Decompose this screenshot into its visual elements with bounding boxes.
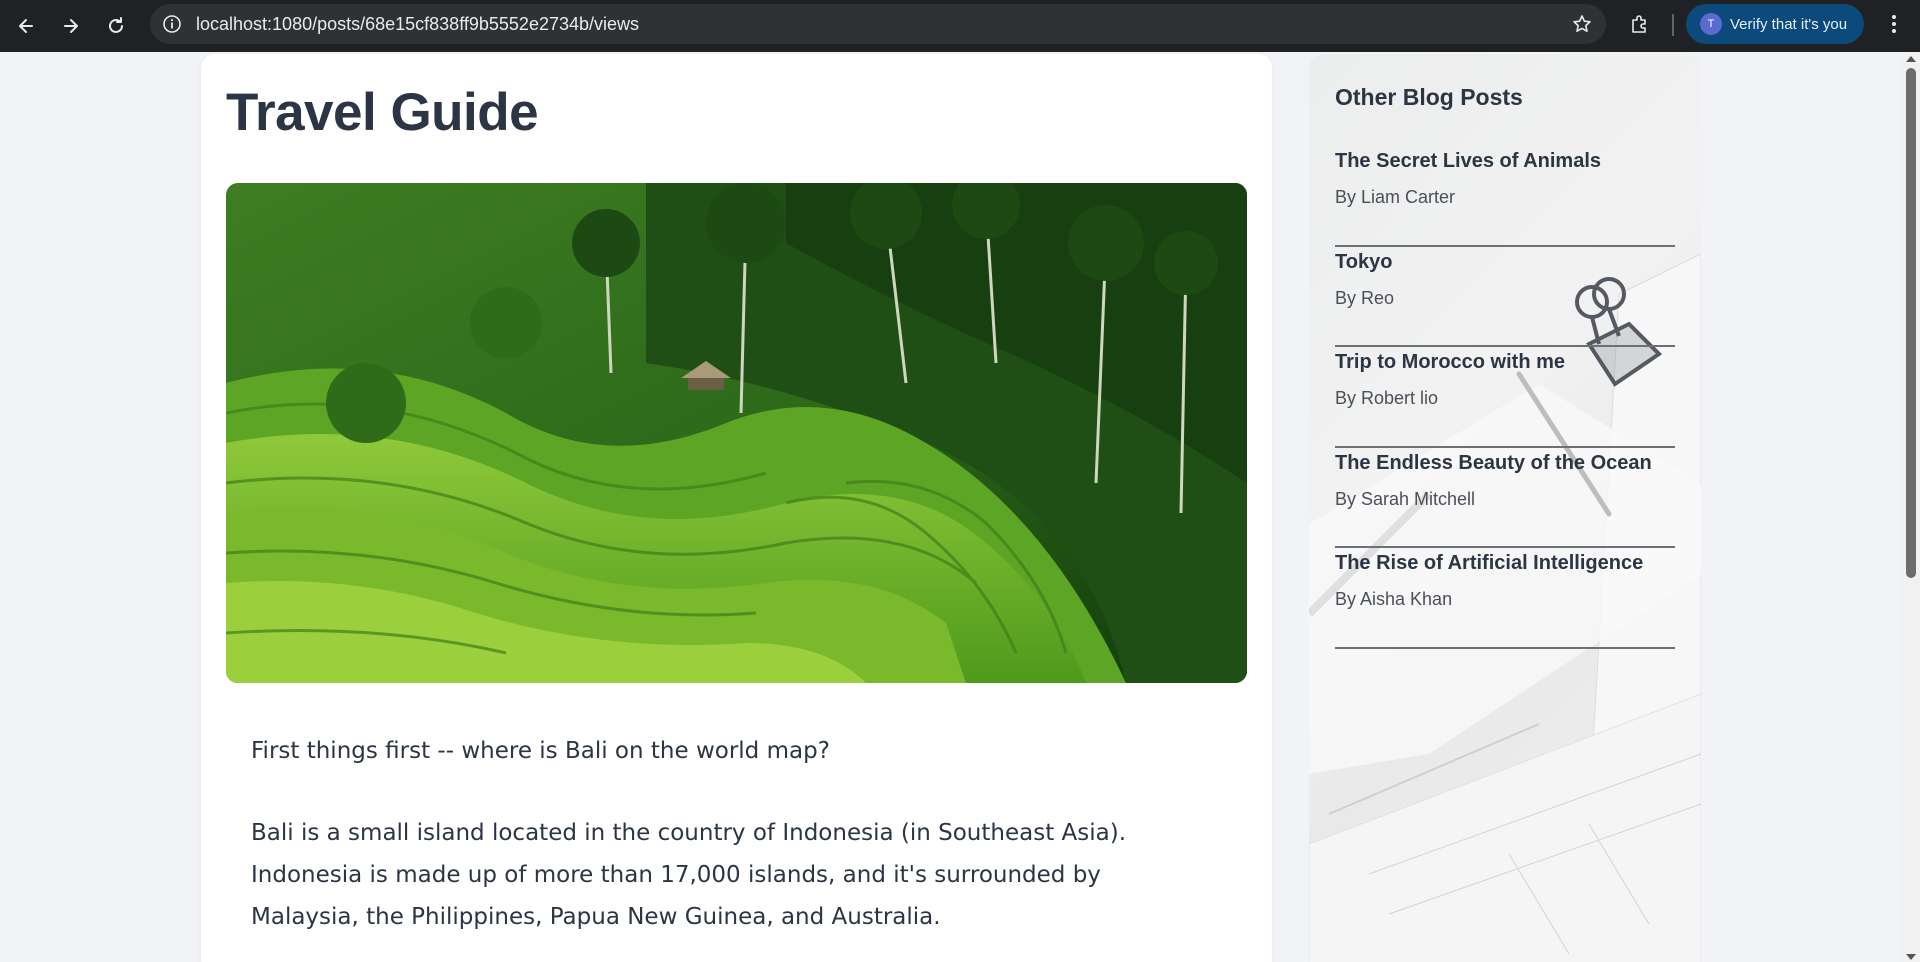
post-title-link[interactable]: The Rise of Artificial Intelligence bbox=[1335, 548, 1643, 578]
profile-button[interactable]: T Verify that it's you bbox=[1686, 4, 1864, 44]
post-author: By Sarah Mitchell bbox=[1335, 488, 1476, 509]
list-item[interactable]: Tokyo By Reo bbox=[1335, 247, 1675, 347]
back-button[interactable] bbox=[8, 8, 44, 44]
list-item[interactable]: The Endless Beauty of the Ocean By Sarah… bbox=[1335, 448, 1675, 548]
page-scrollbar[interactable] bbox=[1902, 54, 1920, 962]
list-item[interactable]: The Rise of Artificial Intelligence By A… bbox=[1335, 548, 1675, 649]
forward-button[interactable] bbox=[53, 8, 89, 44]
extensions-icon[interactable] bbox=[1628, 12, 1652, 36]
scroll-up-icon[interactable] bbox=[1906, 56, 1916, 62]
article-card: Travel Guide First things first -- where… bbox=[201, 54, 1272, 962]
address-bar[interactable]: localhost:1080/posts/68e15cf838ff9b5552e… bbox=[150, 4, 1606, 44]
toolbar-divider bbox=[1672, 14, 1674, 36]
back-icon bbox=[19, 19, 33, 33]
post-title-link[interactable]: The Secret Lives of Animals bbox=[1335, 146, 1601, 176]
post-author: By Reo bbox=[1335, 287, 1395, 308]
forward-icon bbox=[64, 19, 78, 33]
article-paragraph: First things first -- where is Bali on t… bbox=[251, 738, 830, 764]
post-title-link[interactable]: Tokyo bbox=[1335, 247, 1392, 277]
post-title-link[interactable]: Trip to Morocco with me bbox=[1335, 347, 1565, 377]
profile-label: Verify that it's you bbox=[1730, 15, 1848, 33]
scrollbar-thumb[interactable] bbox=[1906, 68, 1916, 578]
article-paragraph: Bali is a small island located in the co… bbox=[251, 820, 1127, 930]
sidebar-heading: Other Blog Posts bbox=[1335, 84, 1523, 110]
post-author: By Liam Carter bbox=[1335, 187, 1456, 207]
hero-image bbox=[226, 183, 1247, 683]
post-author: By Aisha Khan bbox=[1335, 589, 1453, 609]
menu-icon[interactable] bbox=[1880, 10, 1908, 38]
reload-icon bbox=[109, 17, 123, 33]
site-info-icon[interactable] bbox=[162, 14, 182, 34]
article-body: First things first -- where is Bali on t… bbox=[251, 730, 1191, 962]
browser-toolbar: localhost:1080/posts/68e15cf838ff9b5552e… bbox=[0, 0, 1920, 52]
post-list: The Secret Lives of Animals By Liam Cart… bbox=[1335, 146, 1675, 649]
list-item[interactable]: The Secret Lives of Animals By Liam Cart… bbox=[1335, 146, 1675, 247]
sidebar-other-posts: Other Blog Posts The Secret Lives of Ani… bbox=[1309, 54, 1701, 962]
post-title-link[interactable]: The Endless Beauty of the Ocean bbox=[1335, 448, 1652, 478]
list-item[interactable]: Trip to Morocco with me By Robert lio bbox=[1335, 347, 1675, 448]
avatar: T bbox=[1700, 13, 1722, 35]
reload-button[interactable] bbox=[98, 8, 134, 44]
scroll-down-icon[interactable] bbox=[1906, 954, 1916, 960]
post-author: By Robert lio bbox=[1335, 388, 1439, 408]
bookmark-star-icon[interactable] bbox=[1572, 14, 1592, 34]
page-title: Travel Guide bbox=[226, 83, 539, 142]
url-text[interactable]: localhost:1080/posts/68e15cf838ff9b5552e… bbox=[196, 4, 639, 44]
